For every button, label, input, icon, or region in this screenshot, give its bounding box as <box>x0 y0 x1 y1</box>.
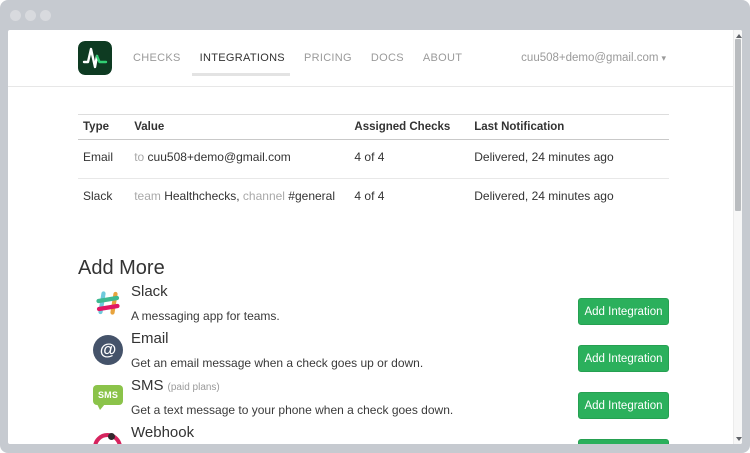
table-row: Slack team Healthchecks, channel #genera… <box>78 179 669 218</box>
integration-name: Slack <box>131 283 559 303</box>
value-label: to <box>134 150 147 164</box>
main-nav: CHECKS INTEGRATIONS PRICING DOCS ABOUT <box>130 30 478 86</box>
vertical-scrollbar[interactable] <box>733 30 742 444</box>
integration-item-email: @ Email Get an email message when a chec… <box>78 328 669 375</box>
nav-link-integrations[interactable]: INTEGRATIONS <box>197 30 288 86</box>
scroll-down-icon[interactable] <box>734 433 742 444</box>
integration-note: (paid plans) <box>168 382 220 393</box>
account-email: cuu508+demo@gmail.com <box>521 52 658 64</box>
value-text: Healthchecks, <box>164 189 239 203</box>
add-integration-button[interactable]: Add Integration <box>578 345 669 372</box>
integrations-table: Type Value Assigned Checks Last Notifica… <box>78 114 669 217</box>
main-content: Type Value Assigned Checks Last Notifica… <box>78 114 669 444</box>
add-integration-button[interactable]: Add Integration <box>578 392 669 419</box>
integration-name: Webhook <box>131 424 559 444</box>
scrollbar-thumb[interactable] <box>735 39 741 211</box>
cell-type: Slack <box>78 179 129 218</box>
integration-description: Get a text message to your phone when a … <box>131 403 559 417</box>
nav-link-pricing[interactable]: PRICING <box>301 30 355 86</box>
window-titlebar <box>0 0 750 30</box>
browser-window: CHECKS INTEGRATIONS PRICING DOCS ABOUT c… <box>0 0 750 453</box>
value-text: cuu508+demo@gmail.com <box>148 150 291 164</box>
navbar: CHECKS INTEGRATIONS PRICING DOCS ABOUT c… <box>8 30 742 87</box>
cell-last-notification: Delivered, 24 minutes ago <box>469 140 669 179</box>
cell-value: team Healthchecks, channel #general <box>129 179 349 218</box>
table-header-row: Type Value Assigned Checks Last Notifica… <box>78 115 669 140</box>
value-label: team <box>134 189 164 203</box>
integration-item-webhook: Webhook Add Integration <box>78 422 669 444</box>
integration-name: Email <box>131 330 559 350</box>
integration-item-slack: Slack A messaging app for teams. Add Int… <box>78 281 669 328</box>
header-type: Type <box>78 115 129 140</box>
integration-description: Get an email message when a check goes u… <box>131 356 559 370</box>
cell-type: Email <box>78 140 129 179</box>
nav-link-about[interactable]: ABOUT <box>420 30 465 86</box>
integration-name: SMS(paid plans) <box>131 377 559 397</box>
cell-assigned-checks: 4 of 4 <box>349 140 469 179</box>
add-integration-button[interactable]: Add Integration <box>578 439 669 444</box>
healthchecks-logo[interactable] <box>78 41 112 75</box>
slack-icon <box>93 288 123 318</box>
window-close-dot[interactable] <box>10 10 21 21</box>
webhook-icon <box>93 433 123 444</box>
cell-last-notification: Delivered, 24 minutes ago <box>469 179 669 218</box>
nav-link-docs[interactable]: DOCS <box>368 30 407 86</box>
chevron-down-icon: ▾ <box>661 53 666 63</box>
window-minimize-dot[interactable] <box>25 10 36 21</box>
healthchecks-logo-icon <box>78 41 112 75</box>
header-last-notification: Last Notification <box>469 115 669 140</box>
cell-assigned-checks: 4 of 4 <box>349 179 469 218</box>
table-row: Email to cuu508+demo@gmail.com 4 of 4 De… <box>78 140 669 179</box>
header-value: Value <box>129 115 349 140</box>
header-assigned-checks: Assigned Checks <box>349 115 469 140</box>
add-integration-button[interactable]: Add Integration <box>578 298 669 325</box>
window-maximize-dot[interactable] <box>40 10 51 21</box>
nav-link-checks[interactable]: CHECKS <box>130 30 184 86</box>
cell-value: to cuu508+demo@gmail.com <box>129 140 349 179</box>
integration-item-sms: SMS SMS(paid plans) Get a text message t… <box>78 375 669 422</box>
value-text: #general <box>288 189 335 203</box>
page-viewport: CHECKS INTEGRATIONS PRICING DOCS ABOUT c… <box>8 30 742 444</box>
account-menu[interactable]: cuu508+demo@gmail.com▾ <box>521 52 666 64</box>
email-at-icon: @ <box>93 335 123 365</box>
sms-bubble-icon: SMS <box>93 382 123 412</box>
add-more-heading: Add More <box>78 255 669 281</box>
value-label: channel <box>240 189 289 203</box>
integration-description: A messaging app for teams. <box>131 309 559 323</box>
